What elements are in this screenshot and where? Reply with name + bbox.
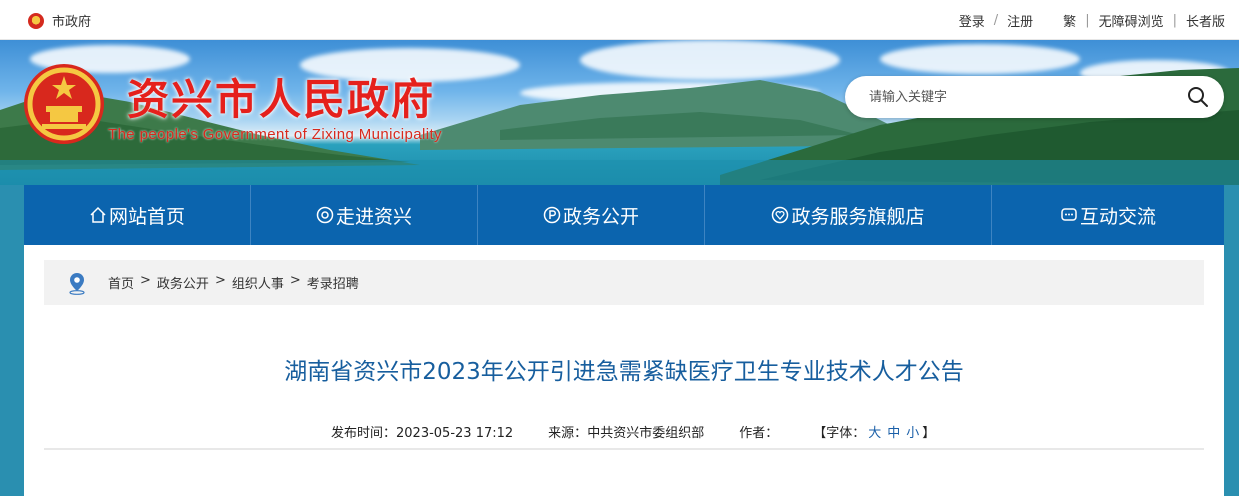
- font-close: 】: [922, 426, 936, 441]
- login-separator: /: [993, 13, 999, 28]
- main-nav: 网站首页 走进资兴 政务公开 政务服务旗舰店 互动交流: [24, 185, 1224, 245]
- search-box: [845, 76, 1224, 118]
- site-link-label: 市政府: [52, 15, 92, 30]
- nav-item-home[interactable]: 网站首页: [24, 185, 251, 245]
- nav-item-label: 网站首页: [108, 205, 185, 228]
- site-title: 资兴市人民政府: [127, 75, 436, 124]
- nav-item-service-store[interactable]: 政务服务旗舰店: [705, 185, 992, 245]
- location-pin-icon: [69, 272, 85, 295]
- font-label: 【字体：: [813, 426, 866, 441]
- home-icon: [90, 206, 106, 223]
- breadcrumb-personnel[interactable]: 组织人事: [232, 273, 284, 292]
- author-label: 作者：: [739, 426, 779, 441]
- p-circle-icon: [543, 206, 561, 224]
- divider: |: [1085, 13, 1090, 28]
- login-link[interactable]: 登录: [959, 11, 985, 30]
- search-input[interactable]: [869, 87, 1169, 107]
- published-time: 2023-05-23 17:12: [396, 426, 514, 441]
- emblem-small-icon: [28, 12, 44, 29]
- divider: |: [1172, 13, 1177, 28]
- source-label: 来源：: [548, 426, 588, 441]
- header-banner: 资兴市人民政府 The people's Government of Zixin…: [0, 40, 1239, 185]
- published-label: 发布时间：: [331, 426, 397, 441]
- nav-item-about[interactable]: 走进资兴: [251, 185, 478, 245]
- nav-item-label: 政务服务旗舰店: [791, 205, 925, 228]
- breadcrumb: 首页 > 政务公开 > 组织人事 > 考录招聘: [44, 260, 1204, 305]
- nav-item-label: 走进资兴: [335, 205, 412, 228]
- source-value: 中共资兴市委组织部: [587, 426, 705, 441]
- font-size-control: 【字体：大中小】: [813, 422, 935, 441]
- nav-item-interaction[interactable]: 互动交流: [992, 185, 1224, 245]
- site-link[interactable]: 市政府: [28, 11, 91, 30]
- nav-item-gov-affairs[interactable]: 政务公开: [478, 185, 705, 245]
- top-bar: 市政府 登录 / 注册 繁 | 无障碍浏览 | 长者版: [0, 0, 1239, 40]
- register-link[interactable]: 注册: [1007, 11, 1033, 30]
- font-large-button[interactable]: 大: [868, 426, 881, 441]
- accessible-browse-link[interactable]: 无障碍浏览: [1099, 11, 1164, 30]
- search-icon[interactable]: [1186, 85, 1210, 109]
- nav-item-label: 互动交流: [1079, 205, 1156, 228]
- breadcrumb-sep: >: [289, 273, 301, 288]
- chat-icon: [1061, 208, 1077, 221]
- breadcrumb-gov-affairs[interactable]: 政务公开: [157, 273, 209, 292]
- content-area: 首页 > 政务公开 > 组织人事 > 考录招聘 湖南省资兴市2023年公开引进急…: [24, 245, 1224, 496]
- divider-line: [44, 448, 1204, 450]
- target-icon: [316, 206, 334, 224]
- font-small-button[interactable]: 小: [906, 426, 919, 441]
- article-title: 湖南省资兴市2023年公开引进急需紧缺医疗卫生专业技术人才公告: [284, 359, 964, 385]
- breadcrumb-home[interactable]: 首页: [108, 273, 134, 292]
- top-links: 登录 / 注册 繁 | 无障碍浏览 | 长者版: [959, 11, 1225, 30]
- article-meta: 发布时间：2023-05-23 17:12 来源：中共资兴市委组织部 作者： 【…: [331, 422, 935, 441]
- breadcrumb-sep: >: [140, 273, 151, 288]
- heart-circle-icon: [772, 206, 789, 224]
- site-title-english: The people's Government of Zixing Munici…: [108, 126, 442, 143]
- elder-version-link[interactable]: 长者版: [1186, 11, 1225, 30]
- breadcrumb-recruitment[interactable]: 考录招聘: [307, 273, 359, 292]
- breadcrumb-sep: >: [214, 273, 226, 288]
- traditional-chinese-link[interactable]: 繁: [1063, 11, 1076, 30]
- font-medium-button[interactable]: 中: [887, 426, 900, 441]
- nav-item-label: 政务公开: [562, 205, 639, 228]
- national-emblem-icon: [24, 64, 104, 144]
